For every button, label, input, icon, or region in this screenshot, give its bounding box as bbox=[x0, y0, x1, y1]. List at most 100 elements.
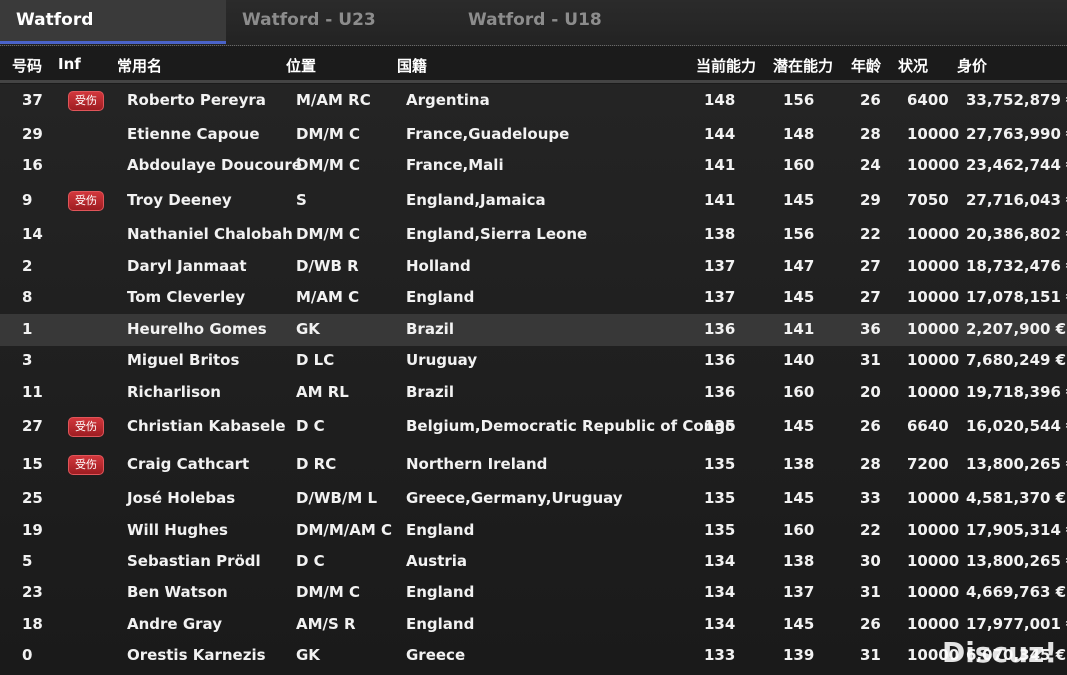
player-current-ability: 135 bbox=[704, 455, 736, 473]
table-row[interactable]: 27 Christian Kabasele D C Belgium,Democrati… bbox=[0, 410, 1067, 446]
player-number: 37 bbox=[22, 91, 43, 109]
player-condition: 10000 bbox=[907, 156, 960, 174]
player-position: AM RL bbox=[296, 383, 349, 401]
table-row[interactable]: 3 Miguel Britos D LC Uruguay 136 140 31 10000 7,… bbox=[0, 346, 1067, 377]
player-condition: 10000 bbox=[907, 351, 960, 369]
injury-badge: 受伤 bbox=[68, 91, 104, 111]
player-age: 26 bbox=[860, 417, 881, 435]
player-condition: 10000 bbox=[907, 521, 960, 539]
player-age: 31 bbox=[860, 583, 881, 601]
player-name: Sebastian Prödl bbox=[127, 552, 261, 570]
player-age: 28 bbox=[860, 125, 881, 143]
table-row[interactable]: 1 Heurelho Gomes GK Brazil 136 141 36 10000 2,20… bbox=[0, 314, 1067, 346]
player-name: Orestis Karnezis bbox=[127, 646, 266, 664]
player-nationality: Greece,Germany,Uruguay bbox=[406, 489, 623, 507]
column-header-condition[interactable]: 状况 bbox=[898, 55, 928, 76]
tab-watford-u23[interactable]: Watford - U23 bbox=[226, 0, 452, 44]
column-header-inf[interactable]: Inf bbox=[58, 55, 81, 73]
player-potential-ability: 137 bbox=[783, 583, 815, 601]
player-number: 18 bbox=[22, 615, 43, 633]
table-row[interactable]: 37 Roberto Pereyra M/AM RC Argentina 148 156 2… bbox=[0, 84, 1067, 118]
player-number: 8 bbox=[22, 288, 33, 306]
table-row[interactable]: 19 Will Hughes DM/M/AM C England 135 160 22 100… bbox=[0, 515, 1067, 547]
player-current-ability: 134 bbox=[704, 615, 736, 633]
player-potential-ability: 148 bbox=[783, 125, 815, 143]
player-number: 9 bbox=[22, 191, 33, 209]
player-position: DM/M C bbox=[296, 156, 361, 174]
player-current-ability: 135 bbox=[704, 521, 736, 539]
player-current-ability: 136 bbox=[704, 320, 736, 338]
player-condition: 6400 bbox=[907, 91, 949, 109]
player-current-ability: 133 bbox=[704, 646, 736, 664]
player-nationality: Uruguay bbox=[406, 351, 478, 369]
player-age: 26 bbox=[860, 91, 881, 109]
player-potential-ability: 160 bbox=[783, 521, 815, 539]
player-age: 28 bbox=[860, 455, 881, 473]
player-value: 4,581,370 € bbox=[966, 489, 1067, 507]
table-header: 号码 Inf 常用名 位置 国籍 当前能力 潜在能力 年龄 状况 身价 bbox=[0, 52, 1067, 83]
player-age: 31 bbox=[860, 351, 881, 369]
player-position: S bbox=[296, 191, 307, 209]
player-nationality: England bbox=[406, 521, 475, 539]
table-row[interactable]: 25 José Holebas D/WB/M L Greece,Germany,Uru… bbox=[0, 482, 1067, 515]
player-number: 25 bbox=[22, 489, 43, 507]
table-row[interactable]: 16 Abdoulaye Doucouré DM/M C France,Mali 141… bbox=[0, 151, 1067, 184]
player-age: 31 bbox=[860, 646, 881, 664]
player-current-ability: 134 bbox=[704, 552, 736, 570]
player-value: 7,680,249 € bbox=[966, 351, 1067, 369]
player-value: 27,763,990 € bbox=[966, 125, 1067, 143]
table-row[interactable]: 9 Troy Deeney S England,Jamaica 141 145 29 7050… bbox=[0, 184, 1067, 218]
table-row[interactable]: 0 Orestis Karnezis GK Greece 133 139 31 10000 6,… bbox=[0, 641, 1067, 671]
table-row[interactable]: 15 Craig Cathcart D RC Northern Ireland 135 1… bbox=[0, 446, 1067, 482]
player-position: M/AM RC bbox=[296, 91, 371, 109]
player-number: 15 bbox=[22, 455, 43, 473]
column-header-age[interactable]: 年龄 bbox=[851, 55, 881, 76]
table-row[interactable]: 18 Andre Gray AM/S R England 134 145 26 10000 17… bbox=[0, 609, 1067, 641]
player-potential-ability: 138 bbox=[783, 455, 815, 473]
player-age: 24 bbox=[860, 156, 881, 174]
player-position: DM/M C bbox=[296, 125, 361, 143]
player-name: Craig Cathcart bbox=[127, 455, 250, 473]
column-header-nationality[interactable]: 国籍 bbox=[397, 55, 427, 76]
column-header-value[interactable]: 身价 bbox=[957, 55, 987, 76]
player-condition: 10000 bbox=[907, 257, 960, 275]
player-nationality: Belgium,Democratic Republic of Congo bbox=[406, 417, 736, 435]
table-row[interactable]: 5 Sebastian Prödl D C Austria 134 138 30 10000 1… bbox=[0, 547, 1067, 578]
tab-watford-u18[interactable]: Watford - U18 bbox=[452, 0, 678, 44]
column-header-potential-ability[interactable]: 潜在能力 bbox=[773, 55, 833, 76]
table-row[interactable]: 23 Ben Watson DM/M C England 134 137 31 10000 4,… bbox=[0, 578, 1067, 609]
tab-watford[interactable]: Watford bbox=[0, 0, 226, 44]
player-value: 20,386,802 € bbox=[966, 225, 1067, 243]
player-name: Etienne Capoue bbox=[127, 125, 260, 143]
player-nationality: Brazil bbox=[406, 320, 454, 338]
player-nationality: England bbox=[406, 288, 475, 306]
table-row[interactable]: 29 Etienne Capoue DM/M C France,Guadeloupe 1… bbox=[0, 118, 1067, 151]
column-header-name[interactable]: 常用名 bbox=[117, 55, 162, 76]
player-nationality: England,Sierra Leone bbox=[406, 225, 588, 243]
player-value: 17,905,314 € bbox=[966, 521, 1067, 539]
player-name: Nathaniel Chalobah bbox=[127, 225, 293, 243]
player-condition: 10000 bbox=[907, 489, 960, 507]
column-header-number[interactable]: 号码 bbox=[12, 55, 42, 76]
column-header-position[interactable]: 位置 bbox=[286, 55, 316, 76]
player-potential-ability: 145 bbox=[783, 288, 815, 306]
player-name: Miguel Britos bbox=[127, 351, 240, 369]
column-header-current-ability[interactable]: 当前能力 bbox=[696, 55, 756, 76]
table-row[interactable]: 14 Nathaniel Chalobah DM/M C England,Sierra… bbox=[0, 218, 1067, 251]
player-potential-ability: 140 bbox=[783, 351, 815, 369]
table-row[interactable]: 2 Daryl Janmaat D/WB R Holland 137 147 27 10000… bbox=[0, 251, 1067, 283]
player-condition: 10000 bbox=[907, 320, 960, 338]
player-potential-ability: 156 bbox=[783, 225, 815, 243]
player-age: 22 bbox=[860, 225, 881, 243]
table-row[interactable]: 11 Richarlison AM RL Brazil 136 160 20 10000 19,… bbox=[0, 377, 1067, 410]
player-name: Christian Kabasele bbox=[127, 417, 286, 435]
player-position: GK bbox=[296, 646, 320, 664]
player-number: 23 bbox=[22, 583, 43, 601]
player-name: Troy Deeney bbox=[127, 191, 232, 209]
table-row[interactable]: 8 Tom Cleverley M/AM C England 137 145 27 10000… bbox=[0, 283, 1067, 314]
player-potential-ability: 147 bbox=[783, 257, 815, 275]
player-condition: 10000 bbox=[907, 125, 960, 143]
player-name: José Holebas bbox=[127, 489, 236, 507]
player-number: 19 bbox=[22, 521, 43, 539]
player-potential-ability: 145 bbox=[783, 191, 815, 209]
